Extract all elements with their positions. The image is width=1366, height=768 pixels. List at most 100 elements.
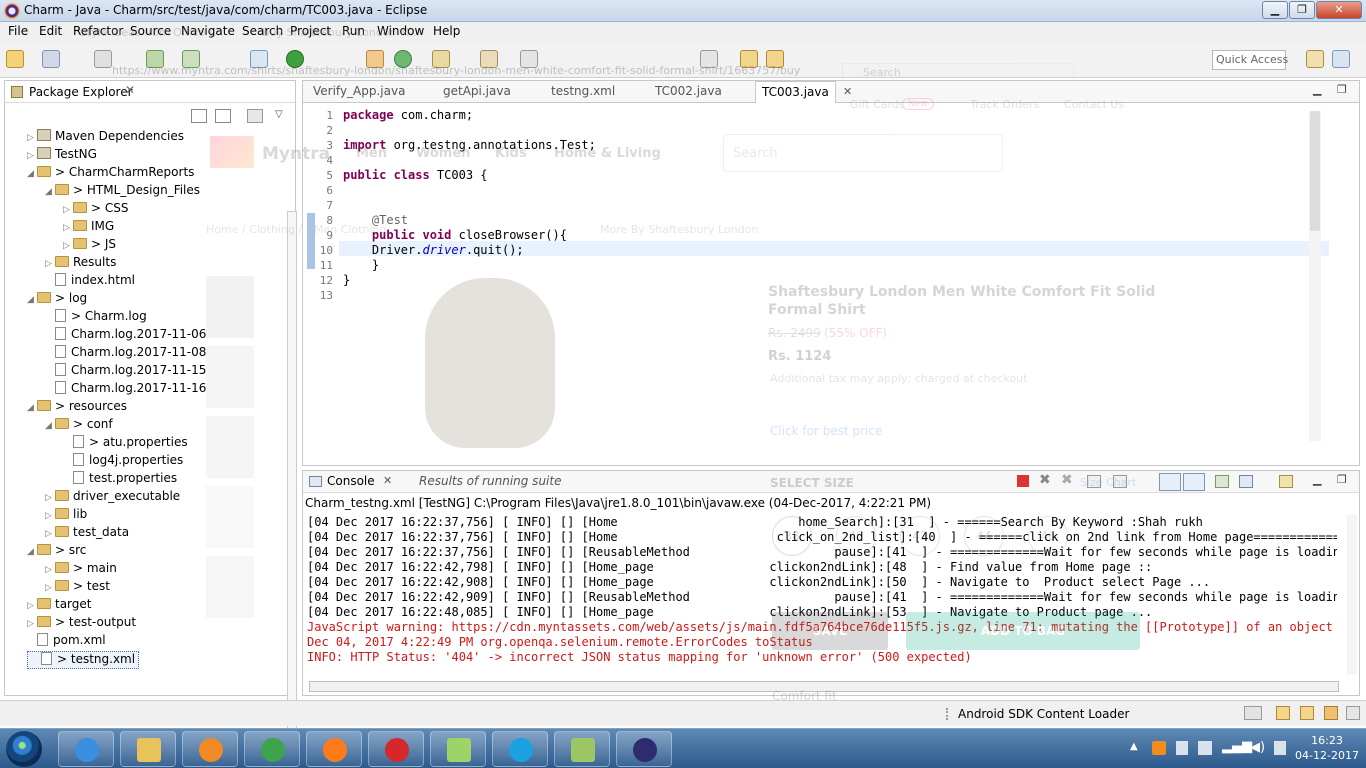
- tree-item[interactable]: ◢ > HTML_Design_Files: [45, 183, 200, 201]
- tree-item[interactable]: ▷ > main: [45, 561, 117, 579]
- editor-scroll-thumb[interactable]: [1310, 111, 1320, 231]
- code-line[interactable]: package com.charm;: [343, 108, 473, 122]
- new-icon[interactable]: [6, 50, 24, 68]
- tree-item[interactable]: index.html: [45, 273, 135, 291]
- console-output[interactable]: [04 Dec 2017 16:22:37,756] [ INFO] [] [H…: [303, 513, 1343, 673]
- expand-toggle-icon[interactable]: ▷: [27, 151, 37, 161]
- save-icon[interactable]: [42, 50, 60, 68]
- tree-item[interactable]: ◢ > src: [27, 543, 86, 561]
- signal-icon[interactable]: ▂▄▆: [1222, 739, 1252, 754]
- minimize-view-icon[interactable]: ▁: [1313, 83, 1321, 96]
- code-line[interactable]: import org.testng.annotations.Test;: [343, 138, 596, 152]
- display-console-icon[interactable]: [1239, 475, 1253, 488]
- code-line[interactable]: @Test: [343, 213, 408, 227]
- minimize-view-icon[interactable]: ▁: [1313, 473, 1321, 486]
- volume-icon[interactable]: ◀): [1250, 740, 1265, 755]
- menu-help[interactable]: Help: [433, 24, 460, 38]
- skype-taskbar-button[interactable]: [492, 731, 548, 767]
- tree-item[interactable]: ◢ > log: [27, 291, 87, 309]
- avast-icon[interactable]: [1152, 741, 1166, 755]
- tree-item[interactable]: log4j.properties: [63, 453, 183, 471]
- tree-item[interactable]: ▷ Maven Dependencies: [27, 129, 184, 147]
- tab-testng-xml[interactable]: testng.xml: [551, 84, 615, 98]
- progress-view-icon[interactable]: [1244, 706, 1262, 720]
- scroll-lock-icon[interactable]: [1113, 475, 1127, 488]
- tree-item[interactable]: Charm.log.2017-11-08: [45, 345, 206, 363]
- code-area[interactable]: 1 package com.charm; 2 3 import org.testng.a…: [303, 107, 1303, 307]
- show-on-error-icon[interactable]: [1183, 473, 1205, 491]
- expand-toggle-icon[interactable]: ◢: [27, 403, 37, 413]
- expand-toggle-icon[interactable]: ◢: [27, 547, 37, 557]
- expand-toggle-icon[interactable]: ▷: [45, 529, 55, 539]
- bookmark-icon[interactable]: [1276, 706, 1290, 720]
- open-console-icon[interactable]: [1279, 475, 1293, 488]
- close-view-icon[interactable]: ✕: [125, 83, 135, 97]
- eclipse-taskbar-button[interactable]: [616, 731, 672, 767]
- skip-breakpoints-icon[interactable]: [94, 50, 112, 68]
- maximize-view-icon[interactable]: ❐: [1337, 83, 1347, 96]
- collapse-all-icon[interactable]: [191, 109, 207, 123]
- tree-item[interactable]: > atu.properties: [63, 435, 188, 453]
- show-hidden-icons-icon[interactable]: ▲: [1130, 741, 1138, 752]
- expand-toggle-icon[interactable]: ▷: [63, 241, 73, 251]
- flag-icon[interactable]: [1176, 741, 1188, 755]
- console-scrollbar[interactable]: [1347, 515, 1357, 675]
- chevron-down-icon[interactable]: ▽: [275, 109, 283, 120]
- tree-item[interactable]: > testng.xml: [27, 651, 140, 669]
- tasks-icon[interactable]: [1300, 706, 1314, 720]
- clear-console-icon[interactable]: [1087, 475, 1101, 488]
- expand-toggle-icon[interactable]: ▷: [63, 205, 73, 215]
- tree-item[interactable]: ▷ test_data: [45, 525, 129, 543]
- tree-item[interactable]: ▷ IMG: [63, 219, 114, 237]
- tree-item[interactable]: ▷ Results: [45, 255, 116, 273]
- taskbar-clock[interactable]: 16:23 04-12-2017: [1292, 733, 1362, 763]
- expand-toggle-icon[interactable]: ▷: [63, 223, 73, 233]
- pin-console-icon[interactable]: [1215, 475, 1229, 488]
- tree-item[interactable]: ▷ > test: [45, 579, 110, 597]
- remove-all-icon[interactable]: ✖: [1061, 472, 1073, 488]
- java-perspective-icon[interactable]: [1332, 50, 1350, 68]
- menu-file[interactable]: File: [8, 24, 28, 38]
- terminate-icon[interactable]: [1017, 475, 1029, 487]
- notepad-taskbar-button[interactable]: [554, 731, 610, 767]
- minimize-button[interactable]: ▁: [1262, 1, 1288, 19]
- code-line[interactable]: Driver.driver.quit();: [343, 243, 524, 257]
- window-title-bar[interactable]: Charm - Java - Charm/src/test/java/com/c…: [0, 0, 1366, 22]
- package-explorer-scrollbar[interactable]: [287, 211, 297, 759]
- tree-item[interactable]: ▷ > JS: [63, 237, 116, 255]
- code-line[interactable]: }: [343, 273, 350, 287]
- tree-item[interactable]: ▷ > test-output: [27, 615, 136, 633]
- tree-item[interactable]: ▷ lib: [45, 507, 87, 525]
- tree-item[interactable]: > Charm.log: [45, 309, 147, 327]
- tab-verify-app[interactable]: Verify_App.java: [313, 84, 405, 98]
- code-line[interactable]: public class TC003 {: [343, 168, 488, 182]
- explorer-taskbar-button[interactable]: [120, 731, 176, 767]
- sticky-notes-taskbar-button[interactable]: [430, 731, 486, 767]
- expand-toggle-icon[interactable]: ◢: [45, 421, 55, 431]
- show-on-output-icon[interactable]: [1159, 473, 1181, 491]
- view-menu-icon[interactable]: [247, 109, 263, 123]
- results-tab-title[interactable]: Results of running suite: [419, 474, 561, 488]
- tree-item[interactable]: ◢ > resources: [27, 399, 127, 417]
- expand-toggle-icon[interactable]: ◢: [45, 187, 55, 197]
- tab-tc002[interactable]: TC002.java: [655, 84, 722, 98]
- media-player-taskbar-button[interactable]: [182, 731, 238, 767]
- console-hscrollbar[interactable]: [309, 681, 1339, 692]
- wand-icon[interactable]: [1324, 706, 1338, 720]
- tree-item[interactable]: test.properties: [63, 471, 177, 489]
- expand-toggle-icon[interactable]: ▷: [27, 133, 37, 143]
- expand-toggle-icon[interactable]: ▷: [27, 601, 37, 611]
- battery-icon[interactable]: [1274, 741, 1286, 755]
- expand-toggle-icon[interactable]: ▷: [45, 565, 55, 575]
- code-line[interactable]: public void closeBrowser(){: [343, 228, 567, 242]
- code-line[interactable]: }: [343, 258, 379, 272]
- network-icon[interactable]: [1198, 741, 1212, 755]
- expand-toggle-icon[interactable]: ◢: [27, 295, 37, 305]
- console-tab-title[interactable]: Console: [327, 474, 375, 488]
- maximize-view-icon[interactable]: ❐: [1337, 473, 1347, 486]
- close-tab-icon[interactable]: ✕: [843, 85, 852, 98]
- package-explorer-title[interactable]: Package Explorer: [29, 85, 133, 99]
- remove-launch-icon[interactable]: ✖: [1039, 472, 1051, 488]
- tree-item[interactable]: ◢ > conf: [45, 417, 113, 435]
- close-button[interactable]: ✕: [1316, 1, 1362, 19]
